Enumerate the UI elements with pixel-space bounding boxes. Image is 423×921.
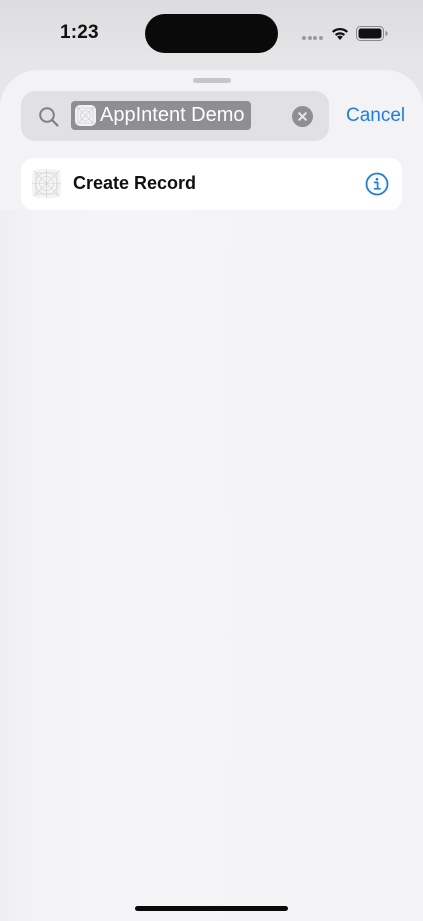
battery-icon [356,26,388,41]
status-time: 1:23 [60,22,99,43]
result-row-create-record[interactable]: Create Record [21,158,402,210]
app-filter-token-label: AppIntent Demo [100,104,245,126]
app-filter-token[interactable]: AppIntent Demo [71,101,251,130]
magnifying-glass-icon [39,107,59,127]
shortcut-picker-sheet: AppIntent Demo Cancel Create Record [0,70,423,921]
app-placeholder-icon [75,105,96,126]
cellular-signal-icon [302,36,324,42]
sheet-content-area [0,210,423,921]
clear-search-button[interactable] [292,106,313,127]
home-indicator[interactable] [135,906,288,911]
search-field[interactable]: AppIntent Demo [21,91,329,141]
cancel-button[interactable]: Cancel [346,105,405,127]
sheet-grabber[interactable] [193,78,231,83]
info-circle-icon[interactable] [365,172,389,196]
dynamic-island [145,14,278,53]
result-label: Create Record [73,173,197,193]
status-bar: 1:23 [0,0,423,66]
wifi-icon [332,27,348,40]
app-placeholder-icon [32,169,61,198]
xmark-circle-icon [298,112,307,121]
